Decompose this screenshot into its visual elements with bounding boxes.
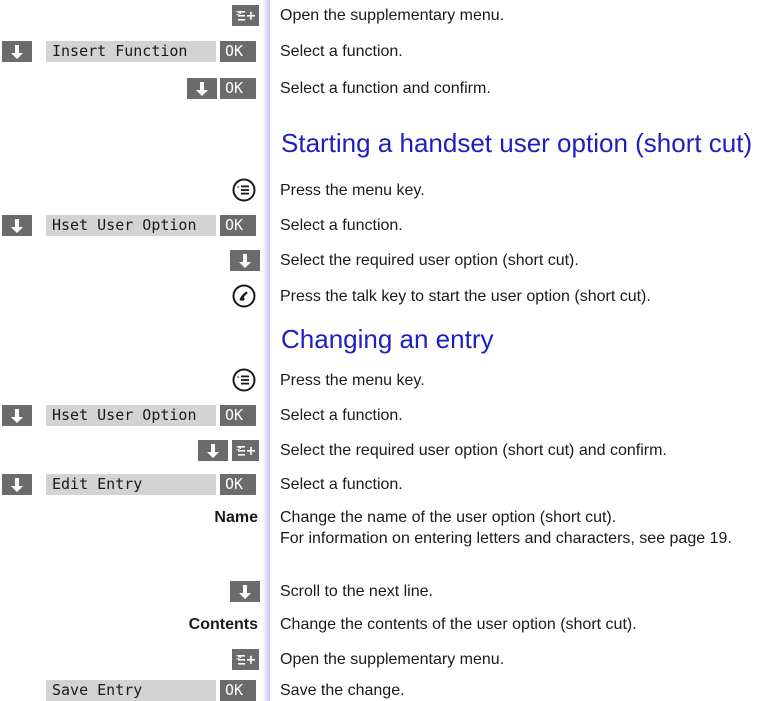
step-text: Press the menu key. [280,372,425,389]
ok-button[interactable]: OK [220,405,256,426]
down-arrow-key[interactable] [2,215,32,236]
talk-key-icon[interactable] [232,284,256,308]
step-text: Change the name of the user option (shor… [280,509,617,526]
step-text: Select the required user option (short c… [280,442,667,459]
section-heading: Changing an entry [281,324,494,354]
ok-button[interactable]: OK [220,215,256,236]
ok-button[interactable]: OK [220,474,256,495]
svg-text:>: > [236,444,242,454]
step-text: Select the required user option (short c… [280,252,579,269]
svg-text:>: > [236,9,242,19]
display-field: Save Entry [46,680,216,701]
ok-button[interactable]: OK [220,41,256,62]
step-text: Select a function. [280,407,403,424]
display-field: Hset User Option [46,215,216,236]
display-field: Hset User Option [46,405,216,426]
down-arrow-key[interactable] [2,474,32,495]
down-arrow-icon [11,44,23,59]
down-arrow-key[interactable] [230,250,260,271]
ok-button[interactable]: OK [220,78,256,99]
down-arrow-key[interactable] [187,78,217,99]
supplementary-menu-key[interactable]: > [232,440,259,461]
menu-key-icon[interactable] [232,368,256,392]
down-arrow-key[interactable] [230,581,260,602]
contents-label: Contents [188,616,258,633]
down-arrow-icon [11,408,23,423]
display-field: Edit Entry [46,474,216,495]
section-heading: Starting a handset user option (short cu… [281,128,753,158]
step-text: Press the menu key. [280,182,425,199]
down-arrow-icon [11,477,23,492]
display-field: Insert Function [46,41,216,62]
down-arrow-icon [239,584,251,599]
down-arrow-icon [11,218,23,233]
ok-button[interactable]: OK [220,680,256,701]
down-arrow-icon [207,443,219,458]
step-text-note: For information on entering letters and … [280,530,732,547]
menu-key-icon[interactable] [232,178,256,202]
down-arrow-key[interactable] [198,440,228,461]
supplementary-menu-icon: > [236,444,255,456]
step-text: Scroll to the next line. [280,583,433,600]
supplementary-menu-icon: > [236,653,255,665]
step-text: Save the change. [280,682,405,699]
step-text: Open the supplementary menu. [280,651,505,668]
down-arrow-key[interactable] [2,405,32,426]
step-text: Open the supplementary menu. [280,7,505,24]
step-text: Change the contents of the user option (… [280,616,637,633]
step-text: Select a function. [280,217,403,234]
down-arrow-icon [239,253,251,268]
name-label: Name [214,509,258,526]
svg-text:>: > [236,653,242,663]
supplementary-menu-key[interactable]: > [232,5,259,26]
step-text: Select a function. [280,476,403,493]
down-arrow-key[interactable] [2,41,32,62]
step-text: Press the talk key to start the user opt… [280,288,651,305]
sidebar-gradient-strip [262,0,270,701]
supplementary-menu-key[interactable]: > [232,649,259,670]
step-text: Select a function and confirm. [280,80,491,97]
step-text: Select a function. [280,43,403,60]
down-arrow-icon [196,81,208,96]
supplementary-menu-icon: > [236,9,255,21]
